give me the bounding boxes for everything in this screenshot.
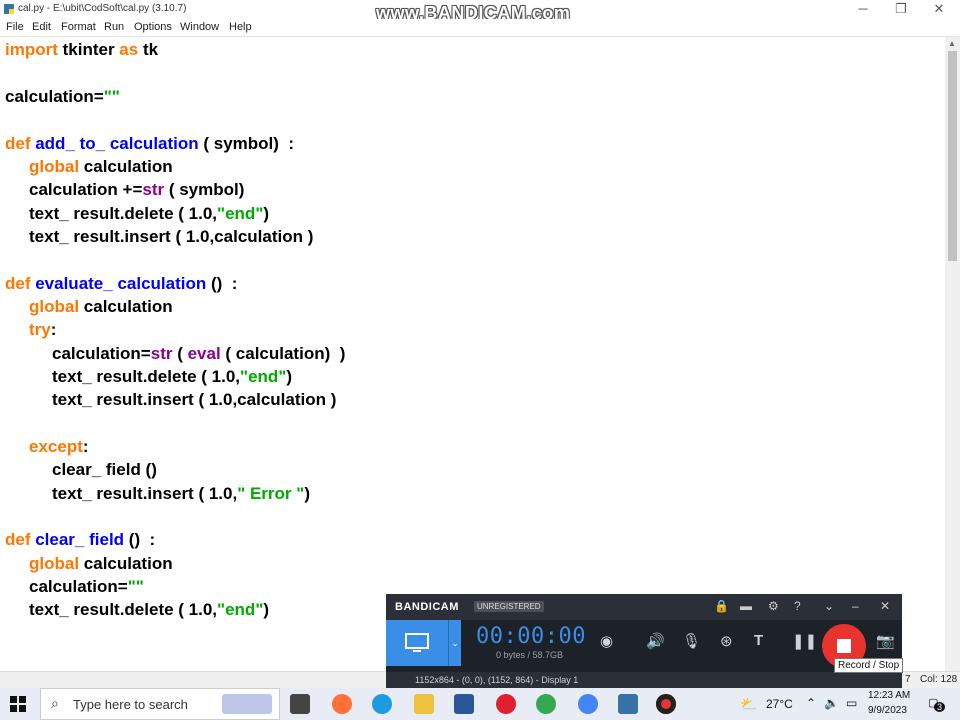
clock-time[interactable]: 12:23 AM [868,690,910,701]
line-number: 7 [905,674,911,685]
code-line: calculation +=str ( symbol) [29,180,245,199]
recording-timer: 00:00:00 [476,624,586,649]
menu-window[interactable]: Window [180,21,219,33]
tray-chevron-icon[interactable]: ⌃ [806,696,816,710]
folder-icon[interactable]: ▬ [740,599,752,613]
volume-icon[interactable]: 🔈 [824,696,839,710]
bandicam-header: BANDICAM UNREGISTERED 🔒 ▬ ⚙ ? ⌄ – ✕ [386,594,902,620]
webcam-icon[interactable]: ◉ [600,632,613,650]
screen-mode-button[interactable] [386,620,448,666]
network-icon[interactable]: ▭ [846,696,857,710]
menu-run[interactable]: Run [104,21,124,33]
unregistered-badge: UNREGISTERED [474,601,544,612]
bandicam-panel: BANDICAM UNREGISTERED 🔒 ▬ ⚙ ? ⌄ – ✕ ⌄ 00… [386,594,902,690]
code-line: global calculation [29,157,173,176]
code-line: text_ result.delete ( 1.0,"end") [29,600,270,619]
scrollbar-thumb[interactable] [948,51,957,261]
idle-app-icon [4,4,14,14]
chrome-icon[interactable] [536,694,556,714]
minimize-icon[interactable]: – [852,599,859,613]
menu-file[interactable]: File [6,21,24,33]
code-line: text_ result.delete ( 1.0,"end") [52,367,293,386]
code-line: calculation="" [5,87,120,106]
task-view-icon[interactable] [290,694,310,714]
close-icon[interactable]: ✕ [880,599,890,613]
microphone-icon[interactable]: 🎙 [682,632,701,650]
pause-icon[interactable]: ❚❚ [792,632,817,650]
menu-edit[interactable]: Edit [32,21,51,33]
stop-icon [837,639,851,653]
code-line: def clear_ field () : [5,530,156,549]
notification-count: 3 [934,702,946,712]
minimize-button[interactable]: ─ [846,0,880,19]
mode-dropdown-chevron-icon[interactable]: ⌄ [448,620,461,666]
code-line: clear_ field () [52,460,157,479]
lock-icon[interactable]: 🔒 [714,599,729,613]
code-line: global calculation [29,297,173,316]
vertical-scrollbar[interactable]: ▲ [945,37,960,671]
python-idle-icon[interactable] [618,694,638,714]
code-line: text_ result.insert ( 1.0,calculation ) [52,390,337,409]
firefox-icon[interactable] [332,694,352,714]
column-number: Col: 128 [920,674,958,685]
code-line: text_ result.insert ( 1.0," Error ") [52,484,310,503]
menu-bar: File Edit Format Run Options Window Help [0,19,960,37]
scroll-up-icon[interactable]: ▲ [948,39,956,48]
code-line: calculation=str ( eval ( calculation) ) [52,344,346,363]
chrome-profile-icon[interactable] [578,694,598,714]
settings-icon[interactable]: ⚙ [768,599,779,613]
cursor-effect-icon[interactable]: ⊛ [720,632,733,650]
speaker-icon[interactable]: 🔊 [646,632,665,650]
window-title: cal.py - E:\ubit\CodSoft\cal.py (3.10.7) [18,3,187,14]
recording-size: 0 bytes / 58.7GB [496,650,564,660]
windows-start-icon[interactable] [10,696,26,712]
taskbar: ⌕ Type here to search ⛅ 27°C ⌃ 🔈 ▭ 12:23… [0,688,960,720]
opera-icon[interactable] [496,694,516,714]
search-placeholder: Type here to search [73,697,188,712]
capture-area-info: 1152x864 - (0, 0), (1152, 864) - Display… [415,675,579,685]
search-icon: ⌕ [51,695,59,711]
weather-icon[interactable]: ⛅ [740,696,757,713]
search-highlight-icon[interactable] [222,694,272,714]
code-line: except: [29,437,89,456]
code-editor[interactable]: import tkinter as tk calculation="" def … [0,37,945,671]
menu-help[interactable]: Help [229,21,252,33]
word-icon[interactable] [454,694,474,714]
code-line: calculation="" [29,577,144,596]
bandicam-logo: BANDICAM [395,601,459,613]
collapse-icon[interactable]: ⌄ [824,599,834,613]
text-overlay-icon[interactable]: T [754,632,763,649]
weather-temp[interactable]: 27°C [766,697,793,711]
record-stop-tooltip: Record / Stop [834,658,904,673]
menu-format[interactable]: Format [61,21,96,33]
code-line: text_ result.delete ( 1.0,"end") [29,204,270,223]
restore-button[interactable]: ❐ [884,0,918,19]
code-line: def evaluate_ calculation () : [5,274,238,293]
help-icon[interactable]: ? [794,599,801,613]
camera-icon[interactable]: 📷 [876,632,895,650]
code-line: def add_ to_ calculation ( symbol) : [5,134,295,153]
code-line: import tkinter as tk [5,40,159,59]
bandicam-taskbar-icon[interactable] [656,694,676,714]
edge-icon[interactable] [372,694,392,714]
menu-options[interactable]: Options [134,21,172,33]
clock-date[interactable]: 9/9/2023 [868,705,907,716]
file-explorer-icon[interactable] [414,694,434,714]
close-button[interactable]: ✕ [922,0,956,19]
code-line: try: [29,320,57,339]
code-line: global calculation [29,554,173,573]
monitor-icon [405,633,429,652]
code-line: text_ result.insert ( 1.0,calculation ) [29,227,314,246]
